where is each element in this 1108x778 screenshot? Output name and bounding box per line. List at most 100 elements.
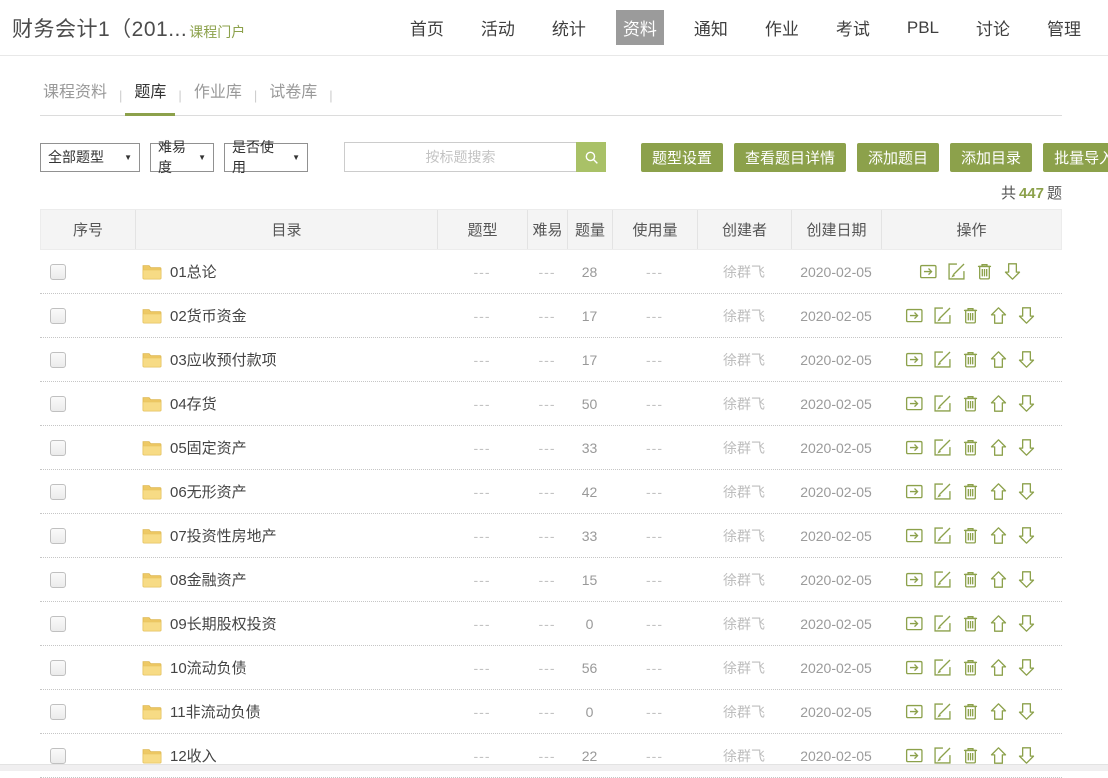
directory-name[interactable]: 03应收预付款项 [170,349,277,370]
edit-icon[interactable] [932,525,953,546]
move-down-icon[interactable] [1016,437,1037,458]
move-up-icon[interactable] [988,437,1009,458]
nav-item-统计[interactable]: 统计 [545,10,593,45]
nav-item-管理[interactable]: 管理 [1040,10,1088,45]
horizontal-scrollbar[interactable] [0,764,1108,771]
move-folder-icon[interactable] [918,261,939,282]
move-down-icon[interactable] [1016,349,1037,370]
move-down-icon[interactable] [1016,525,1037,546]
move-down-icon[interactable] [1016,305,1037,326]
edit-icon[interactable] [932,481,953,502]
row-checkbox[interactable] [50,352,66,368]
move-down-icon[interactable] [1016,745,1037,766]
move-folder-icon[interactable] [904,481,925,502]
edit-icon[interactable] [932,701,953,722]
nav-item-考试[interactable]: 考试 [829,10,877,45]
move-up-icon[interactable] [988,657,1009,678]
row-checkbox[interactable] [50,616,66,632]
button-添加目录[interactable]: 添加目录 [950,143,1032,172]
nav-item-作业[interactable]: 作业 [758,10,806,45]
edit-icon[interactable] [932,305,953,326]
tab-课程资料[interactable]: 课程资料 [40,70,110,115]
move-up-icon[interactable] [988,569,1009,590]
move-down-icon[interactable] [1016,393,1037,414]
directory-name[interactable]: 05固定资产 [170,437,247,458]
edit-icon[interactable] [932,349,953,370]
delete-icon[interactable] [960,613,981,634]
directory-name[interactable]: 09长期股权投资 [170,613,277,634]
delete-icon[interactable] [960,305,981,326]
row-checkbox[interactable] [50,528,66,544]
tab-题库[interactable]: 题库 [131,70,169,115]
nav-item-PBL[interactable]: PBL [900,13,946,43]
row-checkbox[interactable] [50,748,66,764]
row-checkbox[interactable] [50,660,66,676]
directory-name[interactable]: 02货币资金 [170,305,247,326]
move-up-icon[interactable] [988,481,1009,502]
move-up-icon[interactable] [988,393,1009,414]
edit-icon[interactable] [932,613,953,634]
move-folder-icon[interactable] [904,525,925,546]
directory-name[interactable]: 08金融资产 [170,569,247,590]
move-down-icon[interactable] [1016,701,1037,722]
delete-icon[interactable] [960,569,981,590]
move-up-icon[interactable] [988,349,1009,370]
directory-name[interactable]: 04存货 [170,393,217,414]
move-folder-icon[interactable] [904,701,925,722]
move-folder-icon[interactable] [904,745,925,766]
filter-select-全部题型[interactable]: 全部题型 ▼ [40,143,140,172]
nav-item-首页[interactable]: 首页 [403,10,451,45]
delete-icon[interactable] [960,481,981,502]
move-folder-icon[interactable] [904,437,925,458]
row-checkbox[interactable] [50,396,66,412]
row-checkbox[interactable] [50,572,66,588]
row-checkbox[interactable] [50,264,66,280]
tab-试卷库[interactable]: 试卷库 [266,70,320,115]
row-checkbox[interactable] [50,484,66,500]
move-folder-icon[interactable] [904,305,925,326]
delete-icon[interactable] [960,525,981,546]
edit-icon[interactable] [932,393,953,414]
edit-icon[interactable] [932,569,953,590]
move-up-icon[interactable] [988,613,1009,634]
move-folder-icon[interactable] [904,393,925,414]
edit-icon[interactable] [932,745,953,766]
delete-icon[interactable] [960,349,981,370]
row-checkbox[interactable] [50,704,66,720]
move-down-icon[interactable] [1016,481,1037,502]
directory-name[interactable]: 10流动负债 [170,657,247,678]
button-批量导入[interactable]: 批量导入 [1043,143,1108,172]
row-checkbox[interactable] [50,308,66,324]
filter-select-难易度[interactable]: 难易度 ▼ [150,143,214,172]
move-up-icon[interactable] [988,305,1009,326]
button-添加题目[interactable]: 添加题目 [857,143,939,172]
delete-icon[interactable] [960,437,981,458]
delete-icon[interactable] [974,261,995,282]
edit-icon[interactable] [946,261,967,282]
nav-item-讨论[interactable]: 讨论 [969,10,1017,45]
directory-name[interactable]: 06无形资产 [170,481,247,502]
move-down-icon[interactable] [1002,261,1023,282]
button-查看题目详情[interactable]: 查看题目详情 [734,143,846,172]
search-input[interactable] [344,142,576,172]
directory-name[interactable]: 01总论 [170,261,217,282]
directory-name[interactable]: 11非流动负债 [170,701,261,722]
nav-item-通知[interactable]: 通知 [687,10,735,45]
move-down-icon[interactable] [1016,569,1037,590]
move-folder-icon[interactable] [904,613,925,634]
edit-icon[interactable] [932,437,953,458]
nav-item-活动[interactable]: 活动 [474,10,522,45]
move-down-icon[interactable] [1016,657,1037,678]
directory-name[interactable]: 07投资性房地产 [170,525,277,546]
delete-icon[interactable] [960,745,981,766]
move-up-icon[interactable] [988,745,1009,766]
move-folder-icon[interactable] [904,657,925,678]
tab-作业库[interactable]: 作业库 [191,70,245,115]
course-portal-link[interactable]: 课程门户 [189,22,245,42]
move-up-icon[interactable] [988,701,1009,722]
edit-icon[interactable] [932,657,953,678]
filter-select-是否使用[interactable]: 是否使用 ▼ [224,143,308,172]
row-checkbox[interactable] [50,440,66,456]
button-题型设置[interactable]: 题型设置 [641,143,723,172]
nav-item-资料[interactable]: 资料 [616,10,664,45]
